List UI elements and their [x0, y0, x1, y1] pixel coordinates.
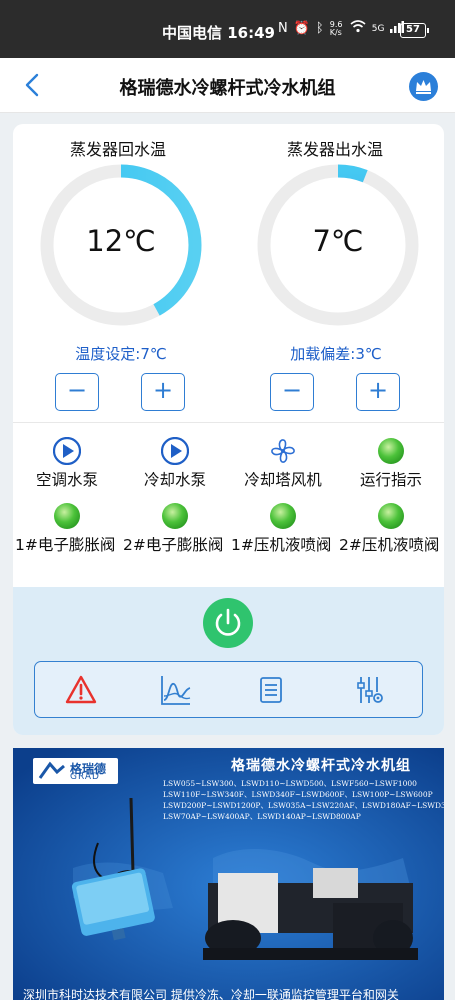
banner-model-line: LSW055~LSW300、LSWD110~LSWD500、LSWF560~LS… [163, 779, 417, 788]
warning-icon [65, 675, 97, 704]
power-icon [215, 608, 241, 636]
offset-decrease-button[interactable]: − [270, 373, 314, 411]
product-banner[interactable]: 格瑞德 GRAD 格瑞德水冷螺杆式冷水机组 LSW055~LSW300、LSWD… [13, 748, 444, 1000]
chart-button[interactable] [160, 674, 192, 706]
status-eev-1: 1#电子膨胀阀 [13, 502, 121, 556]
line-chart-icon [161, 676, 191, 705]
page-title: 格瑞德水冷螺杆式冷水机组 [119, 78, 336, 99]
battery-icon: 57 [400, 23, 429, 38]
power-button[interactable] [203, 598, 253, 648]
crown-icon [416, 80, 431, 94]
gauge-out-value: 7℃ [312, 224, 364, 258]
green-led-icon [378, 438, 404, 464]
nfc-icon: N [278, 21, 288, 36]
sliders-gear-icon [357, 677, 383, 703]
status-eev-2: 2#电子膨胀阀 [121, 502, 229, 556]
green-led-icon [162, 503, 188, 529]
divider [13, 422, 444, 423]
settings-button[interactable] [353, 674, 385, 706]
status-liquid-injection-2: 2#压机液喷阀 [337, 502, 444, 556]
load-offset-label: 加载偏差:3℃ [290, 345, 382, 363]
alarm-icon: ⏰ [293, 21, 310, 36]
status-bar: 中国电信 16:49 N ⏰ ᛒ 9.6 K/s 5G 57 [0, 0, 455, 58]
tool-bar [34, 661, 423, 718]
fan-icon [271, 439, 295, 463]
offset-increase-button[interactable]: + [356, 373, 400, 411]
crown-button[interactable] [409, 72, 438, 101]
gauge-return-value: 12℃ [86, 224, 156, 258]
temp-decrease-button[interactable]: − [55, 373, 99, 411]
green-led-icon [54, 503, 80, 529]
gauge-return-label: 蒸发器回水温 [69, 140, 166, 159]
status-liquid-injection-1: 1#压机液喷阀 [229, 502, 337, 556]
net-speed: 9.6 K/s [329, 19, 343, 37]
banner-footer: 深圳市科时达技术有限公司 提供冷冻、冷却一联通监控管理平台和网关 [23, 988, 399, 1000]
play-icon [53, 437, 81, 465]
temp-increase-button[interactable]: + [141, 373, 185, 411]
nav-bar: 格瑞德水冷螺杆式冷水机组 [0, 58, 455, 113]
bluetooth-icon: ᛒ [315, 21, 324, 36]
brand-logo: 格瑞德 GRAD [33, 758, 118, 784]
banner-model-line: LSW70AP~LSW400AP、LSWD140AP~LSWD800AP [163, 812, 361, 821]
status-ac-pump: 空调水泵 [13, 437, 121, 491]
temp-set-label: 温度设定:7℃ [75, 345, 167, 363]
carrier-time: 中国电信 16:49 [162, 24, 275, 42]
alarm-button[interactable] [65, 674, 97, 706]
grad-logo-icon [38, 761, 65, 779]
status-cooling-pump: 冷却水泵 [121, 437, 229, 491]
signal-label: 5G [371, 23, 385, 34]
banner-model-line: LSW110F~LSW340F、LSWD340F~LSWD600F、LSW100… [163, 790, 433, 799]
status-tower-fan: 冷却塔风机 [229, 437, 337, 491]
banner-title: 格瑞德水冷螺杆式冷水机组 [231, 758, 411, 774]
green-led-icon [270, 503, 296, 529]
green-led-icon [378, 503, 404, 529]
play-icon [161, 437, 189, 465]
gauge-out-label: 蒸发器出水温 [286, 140, 383, 159]
banner-model-line: LSWD200P~LSWD1200P、LSW035A~LSW220AF、LSWD… [163, 801, 444, 810]
status-running: 运行指示 [337, 437, 444, 491]
wifi-icon [350, 20, 366, 37]
document-list-icon [260, 677, 282, 703]
control-card: 蒸发器回水温 12℃ 蒸发器出水温 7℃ 温度设定:7℃ 加载偏差:3℃ − +… [13, 124, 444, 735]
list-button[interactable] [255, 674, 287, 706]
